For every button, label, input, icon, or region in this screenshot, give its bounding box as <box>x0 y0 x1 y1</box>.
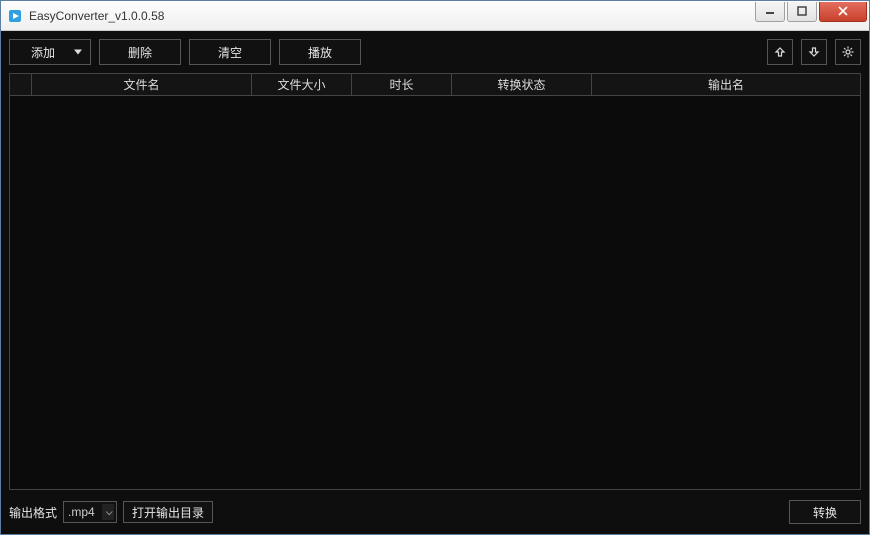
col-output[interactable]: 输出名 <box>592 74 860 95</box>
move-down-button[interactable] <box>801 39 827 65</box>
app-window: EasyConverter_v1.0.0.58 添加 删除 清空 <box>0 0 870 535</box>
toolbar: 添加 删除 清空 播放 <box>9 39 861 65</box>
col-status[interactable]: 转换状态 <box>452 74 592 95</box>
arrow-down-icon <box>807 45 821 59</box>
app-icon <box>7 8 23 24</box>
arrow-up-icon <box>773 45 787 59</box>
chevron-down-icon <box>74 50 82 55</box>
minimize-button[interactable] <box>755 2 785 22</box>
gear-icon <box>841 45 855 59</box>
table-header: 文件名 文件大小 时长 转换状态 输出名 <box>10 74 860 96</box>
table-body[interactable] <box>10 96 860 489</box>
add-button[interactable]: 添加 <box>9 39 91 65</box>
clear-label: 清空 <box>218 44 242 61</box>
settings-button[interactable] <box>835 39 861 65</box>
col-filesize[interactable]: 文件大小 <box>252 74 352 95</box>
dropdown-icon <box>102 504 114 520</box>
window-controls <box>753 2 867 24</box>
add-label: 添加 <box>31 44 55 61</box>
format-label: 输出格式 <box>9 504 57 521</box>
format-value: .mp4 <box>68 505 95 519</box>
col-filename[interactable]: 文件名 <box>32 74 252 95</box>
convert-button[interactable]: 转换 <box>789 500 861 524</box>
client-area: 添加 删除 清空 播放 <box>1 31 869 534</box>
col-duration[interactable]: 时长 <box>352 74 452 95</box>
titlebar: EasyConverter_v1.0.0.58 <box>1 1 869 31</box>
play-button[interactable]: 播放 <box>279 39 361 65</box>
remove-button[interactable]: 删除 <box>99 39 181 65</box>
convert-label: 转换 <box>813 504 837 521</box>
play-label: 播放 <box>308 44 332 61</box>
maximize-button[interactable] <box>787 2 817 22</box>
clear-button[interactable]: 清空 <box>189 39 271 65</box>
move-up-button[interactable] <box>767 39 793 65</box>
close-button[interactable] <box>819 2 867 22</box>
format-select[interactable]: .mp4 <box>63 501 117 523</box>
file-table: 文件名 文件大小 时长 转换状态 输出名 <box>9 73 861 490</box>
footer: 输出格式 .mp4 打开输出目录 转换 <box>9 498 861 526</box>
remove-label: 删除 <box>128 44 152 61</box>
app-title: EasyConverter_v1.0.0.58 <box>29 9 753 23</box>
open-output-folder-button[interactable]: 打开输出目录 <box>123 501 213 523</box>
open-output-label: 打开输出目录 <box>132 504 204 521</box>
col-checkbox[interactable] <box>10 74 32 95</box>
